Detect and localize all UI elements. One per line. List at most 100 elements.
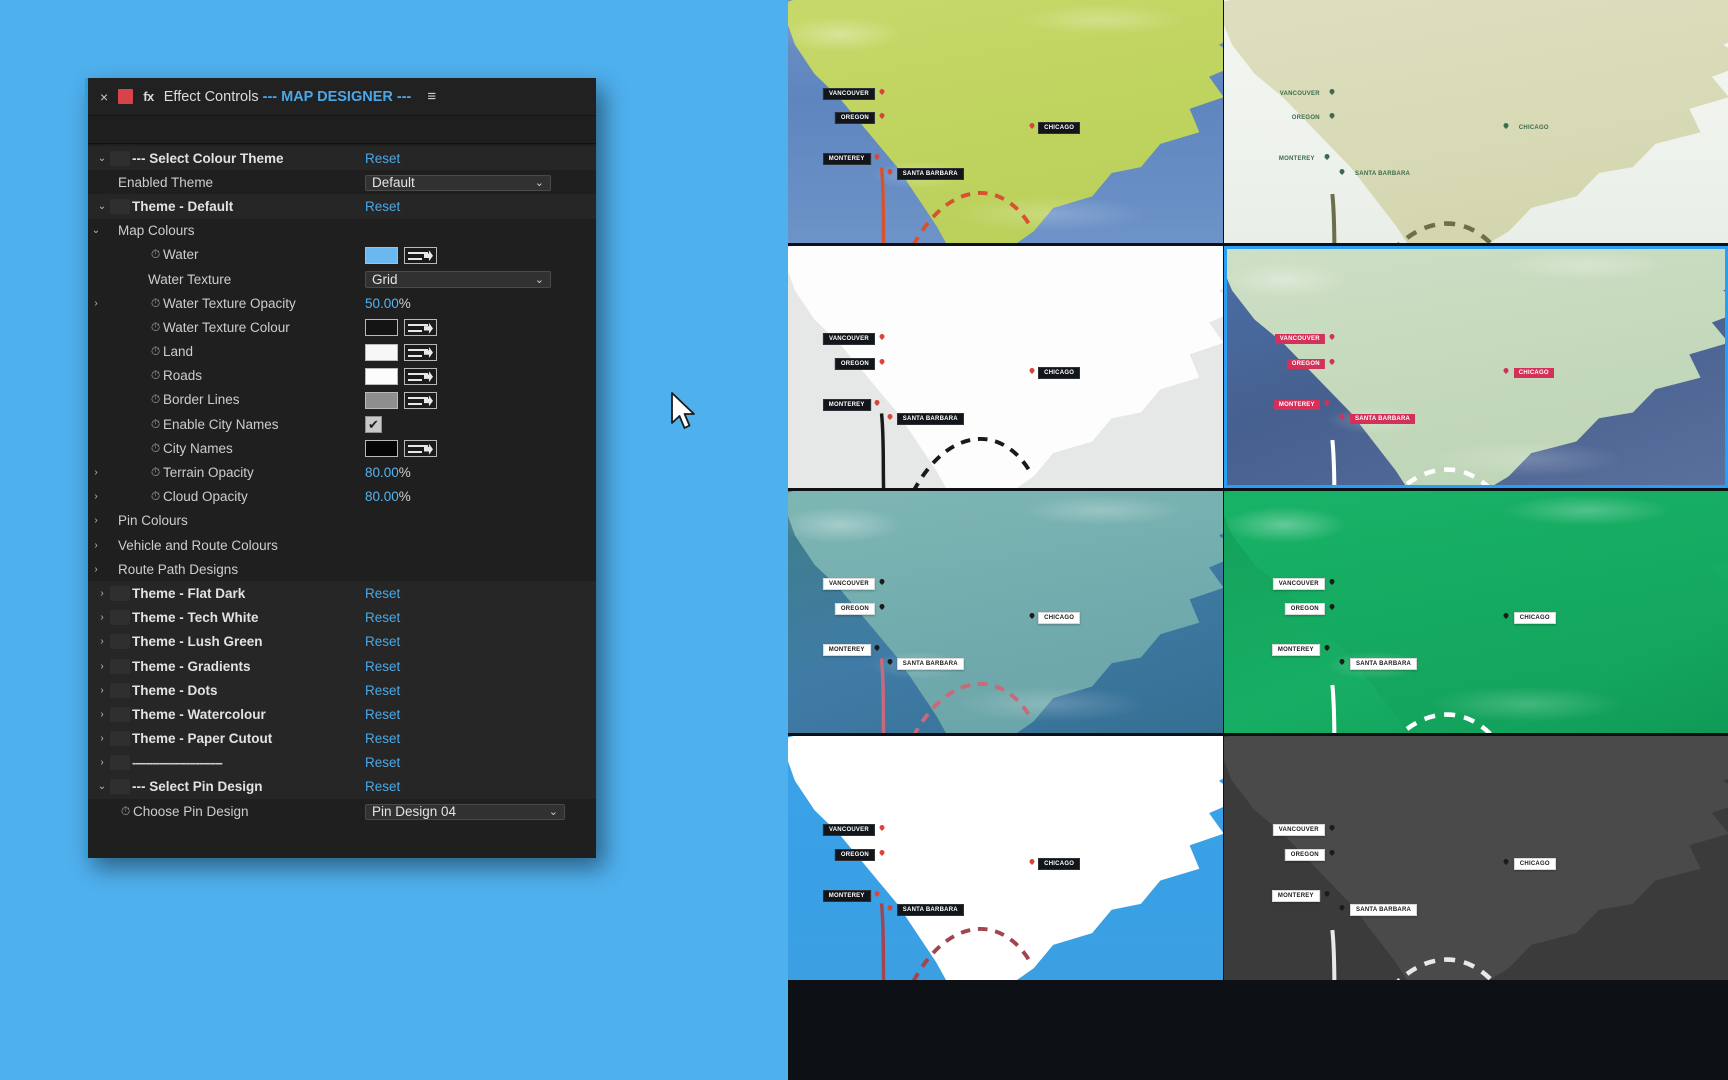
property-row[interactable]: ⏱ Enable City Names ✔	[88, 412, 596, 436]
property-row[interactable]: ⌄ Map Colours	[88, 219, 596, 243]
reset-link[interactable]: Reset	[365, 755, 400, 770]
eyedropper-icon[interactable]	[404, 319, 437, 337]
color-swatch[interactable]	[365, 343, 398, 361]
reset-link[interactable]: Reset	[365, 610, 400, 625]
stopwatch-icon[interactable]: ⏱	[148, 392, 163, 407]
reset-link[interactable]: Reset	[365, 683, 400, 698]
chevron-right-icon[interactable]: ›	[94, 709, 110, 720]
property-row[interactable]: › Theme - Flat Dark Reset	[88, 581, 596, 606]
chevron-right-icon[interactable]: ›	[88, 467, 104, 478]
stopwatch-icon[interactable]: ⏱	[148, 247, 163, 262]
chevron-down-icon[interactable]: ⌄	[88, 225, 104, 236]
chevron-right-icon[interactable]: ›	[88, 491, 104, 502]
map-thumbnail[interactable]: VANCOUVER OREGON MONTEREY SANTA BARBARA CHIC…	[1224, 0, 1728, 243]
property-row[interactable]: › Theme - Tech White Reset	[88, 605, 596, 630]
chevron-right-icon[interactable]: ›	[88, 298, 104, 309]
property-row[interactable]: Enabled Theme Default ⌄	[88, 170, 596, 194]
effect-enable-square[interactable]	[110, 706, 130, 722]
effect-enable-square[interactable]	[110, 634, 130, 650]
checkbox-toggle[interactable]: ✔	[365, 416, 382, 434]
dropdown-select[interactable]: Pin Design 04 ⌄	[365, 803, 565, 821]
chevron-down-icon[interactable]: ⌄	[94, 201, 110, 212]
property-row[interactable]: › Theme - Lush Green Reset	[88, 629, 596, 654]
eyedropper-icon[interactable]	[404, 367, 437, 385]
effect-enable-square[interactable]	[110, 198, 130, 214]
property-row[interactable]: › --------------------------- Reset	[88, 750, 596, 775]
dropdown-select[interactable]: Default ⌄	[365, 174, 551, 192]
chevron-right-icon[interactable]: ›	[94, 733, 110, 744]
numeric-value[interactable]: 50.00	[365, 296, 399, 311]
effect-enable-square[interactable]	[110, 779, 130, 795]
close-icon[interactable]: ×	[100, 90, 108, 104]
stopwatch-icon[interactable]: ⏱	[118, 804, 133, 819]
property-row[interactable]: › Pin Colours	[88, 509, 596, 533]
property-row[interactable]: › ⏱ Terrain Opacity 80.00%	[88, 460, 596, 484]
eyedropper-icon[interactable]	[404, 246, 437, 264]
property-row[interactable]: › ⏱ Cloud Opacity 80.00%	[88, 485, 596, 509]
numeric-value[interactable]: 80.00	[365, 489, 399, 504]
property-row[interactable]: ⏱ City Names	[88, 436, 596, 460]
map-thumbnail[interactable]: VANCOUVER OREGON MONTEREY SANTA BARBARA CHIC…	[788, 491, 1223, 733]
property-row[interactable]: ⏱ Roads	[88, 364, 596, 388]
property-row[interactable]: › Theme - Gradients Reset	[88, 653, 596, 679]
chevron-right-icon[interactable]: ›	[88, 540, 104, 551]
map-thumbnail[interactable]: VANCOUVER OREGON MONTEREY SANTA BARBARA CHIC…	[788, 0, 1223, 243]
effect-enable-square[interactable]	[110, 150, 130, 166]
effect-enable-square[interactable]	[110, 755, 130, 771]
property-row[interactable]: ⏱ Water Texture Colour	[88, 315, 596, 339]
chevron-right-icon[interactable]: ›	[94, 588, 110, 599]
dropdown-select[interactable]: Grid ⌄	[365, 271, 551, 288]
map-thumbnail[interactable]: VANCOUVER OREGON MONTEREY SANTA BARBARA CHIC…	[788, 246, 1223, 488]
reset-link[interactable]: Reset	[365, 199, 400, 214]
chevron-down-icon[interactable]: ⌄	[94, 781, 110, 792]
property-row[interactable]: ⌄ --- Select Colour Theme Reset	[88, 146, 596, 171]
stopwatch-icon[interactable]: ⏱	[148, 417, 163, 432]
chevron-right-icon[interactable]: ›	[94, 757, 110, 768]
eyedropper-icon[interactable]	[404, 343, 437, 361]
stopwatch-icon[interactable]: ⏱	[148, 296, 163, 311]
property-row[interactable]: ⏱ Border Lines	[88, 388, 596, 412]
record-color-swatch[interactable]	[118, 89, 134, 104]
property-row[interactable]: › ⏱ Water Texture Opacity 50.00%	[88, 291, 596, 315]
stopwatch-icon[interactable]: ⏱	[148, 465, 163, 480]
eyedropper-icon[interactable]	[404, 391, 437, 409]
map-thumbnail[interactable]: VANCOUVER OREGON MONTEREY SANTA BARBARA CHIC…	[1224, 736, 1728, 980]
effect-enable-square[interactable]	[110, 585, 130, 601]
chevron-right-icon[interactable]: ›	[88, 515, 104, 526]
eyedropper-icon[interactable]	[404, 440, 437, 458]
property-row[interactable]: ⌄ Theme - Default Reset	[88, 194, 596, 219]
color-swatch[interactable]	[365, 391, 398, 409]
property-row[interactable]: › Route Path Designs	[88, 557, 596, 581]
property-row[interactable]: ⏱ Land	[88, 340, 596, 364]
reset-link[interactable]: Reset	[365, 634, 400, 649]
color-swatch[interactable]	[365, 246, 398, 264]
chevron-down-icon[interactable]: ⌄	[94, 153, 110, 164]
effect-enable-square[interactable]	[110, 731, 130, 747]
stopwatch-icon[interactable]: ⏱	[148, 344, 163, 359]
color-swatch[interactable]	[365, 440, 398, 458]
property-row[interactable]: ⏱ Water	[88, 243, 596, 267]
reset-link[interactable]: Reset	[365, 659, 400, 674]
property-row[interactable]: › Theme - Watercolour Reset	[88, 702, 596, 727]
property-row[interactable]: › Theme - Paper Cutout Reset	[88, 726, 596, 751]
stopwatch-icon[interactable]: ⏱	[148, 441, 163, 456]
effect-enable-square[interactable]	[110, 658, 130, 674]
chevron-right-icon[interactable]: ›	[94, 612, 110, 623]
effect-enable-square[interactable]	[110, 682, 130, 698]
stopwatch-icon[interactable]: ⏱	[148, 489, 163, 504]
color-swatch[interactable]	[365, 319, 398, 337]
panel-menu-icon[interactable]: ≡	[427, 89, 436, 104]
property-row[interactable]: › Vehicle and Route Colours	[88, 533, 596, 557]
reset-link[interactable]: Reset	[365, 707, 400, 722]
numeric-value[interactable]: 80.00	[365, 465, 399, 480]
chevron-right-icon[interactable]: ›	[88, 564, 104, 575]
chevron-right-icon[interactable]: ›	[94, 661, 110, 672]
reset-link[interactable]: Reset	[365, 779, 400, 794]
property-row[interactable]: Water Texture Grid ⌄	[88, 267, 596, 291]
map-thumbnail[interactable]: VANCOUVER OREGON MONTEREY SANTA BARBARA CHIC…	[788, 736, 1223, 980]
reset-link[interactable]: Reset	[365, 731, 400, 746]
property-row[interactable]: ⏱ Choose Pin Design Pin Design 04 ⌄	[88, 799, 596, 823]
map-thumbnail[interactable]: VANCOUVER OREGON MONTEREY SANTA BARBARA CHIC…	[1224, 246, 1728, 488]
stopwatch-icon[interactable]: ⏱	[148, 320, 163, 335]
stopwatch-icon[interactable]: ⏱	[148, 368, 163, 383]
